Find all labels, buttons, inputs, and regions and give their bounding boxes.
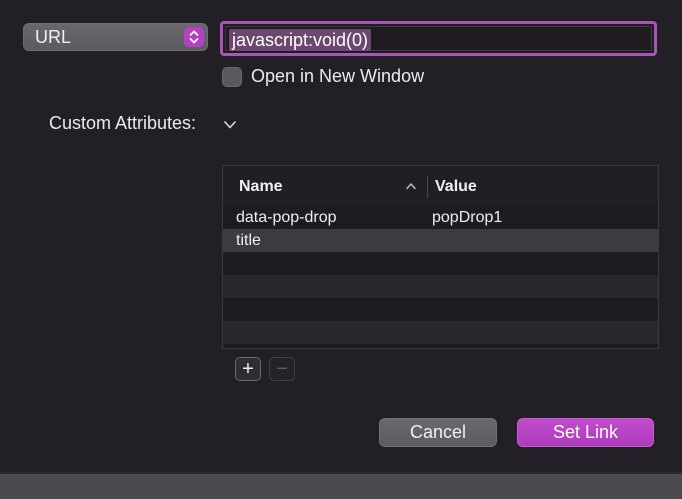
table-row-empty xyxy=(223,321,658,344)
add-attribute-button[interactable]: + xyxy=(235,357,261,381)
row-value-cell: popDrop1 xyxy=(432,209,503,226)
table-row[interactable]: data-pop-drop popDrop1 xyxy=(223,206,658,229)
table-row-empty xyxy=(223,298,658,321)
open-new-window-label[interactable]: Open in New Window xyxy=(251,66,424,87)
table-row-empty xyxy=(223,252,658,275)
open-new-window-checkbox[interactable] xyxy=(222,67,242,87)
set-link-button[interactable]: Set Link xyxy=(517,418,654,447)
table-row-empty xyxy=(223,275,658,298)
column-header-name[interactable]: Name xyxy=(239,178,283,196)
column-divider[interactable] xyxy=(427,176,428,198)
column-header-value[interactable]: Value xyxy=(435,178,477,196)
link-type-label: URL xyxy=(35,26,72,47)
link-type-popup[interactable]: URL xyxy=(23,23,208,51)
cancel-button[interactable]: Cancel xyxy=(379,418,497,447)
window-background-strip xyxy=(0,472,682,499)
table-header: Name Value xyxy=(223,166,658,207)
chevron-down-icon[interactable] xyxy=(222,118,238,132)
url-input-value: javascript:void(0) xyxy=(229,29,372,51)
row-name-cell: data-pop-drop xyxy=(236,209,337,226)
link-dialog: URL javascript:void(0) Open in New Windo… xyxy=(0,0,682,472)
remove-attribute-button[interactable]: − xyxy=(269,357,295,381)
table-row[interactable]: title xyxy=(223,229,658,252)
row-name-cell: title xyxy=(236,232,261,249)
url-input[interactable]: javascript:void(0) xyxy=(220,21,657,56)
chevron-updown-icon xyxy=(184,27,204,47)
sort-ascending-icon[interactable] xyxy=(405,181,417,191)
custom-attributes-label: Custom Attributes: xyxy=(49,113,197,133)
custom-attributes-table: Name Value data-pop-drop popDrop1 title xyxy=(222,165,659,349)
